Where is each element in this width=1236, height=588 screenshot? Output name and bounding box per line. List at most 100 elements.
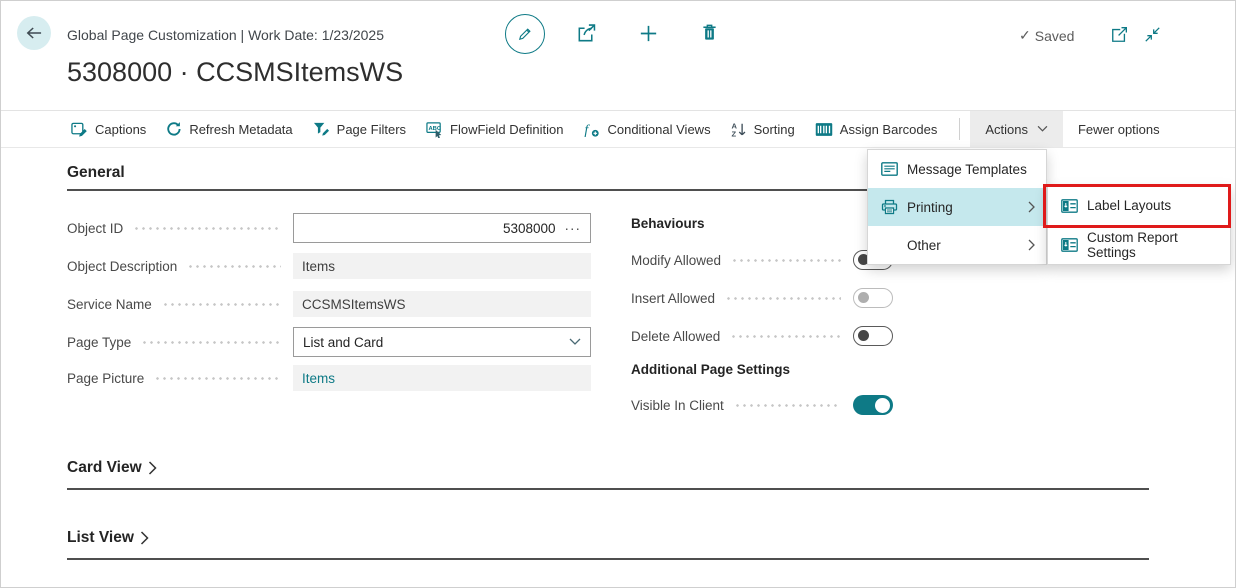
service-name-field: CCSMSItemsWS <box>293 291 591 317</box>
visible-in-client-toggle[interactable] <box>853 395 893 415</box>
page-type-select[interactable]: List and Card <box>293 327 591 357</box>
breadcrumb[interactable]: Global Page Customization | Work Date: 1… <box>67 27 384 43</box>
page-type-label: Page Type <box>67 335 131 350</box>
list-view-section-divider <box>67 558 1149 560</box>
field-row-object-description: Object Description Items <box>67 253 591 279</box>
page-picture-label: Page Picture <box>67 371 144 386</box>
svg-text:Z: Z <box>731 129 736 137</box>
edit-pencil-icon <box>516 25 534 43</box>
submenu-chevron-icon <box>1028 201 1036 213</box>
barcode-icon <box>815 122 833 137</box>
behaviours-heading: Behaviours <box>631 216 705 231</box>
collapse-icon <box>1143 25 1162 44</box>
actions-dropdown-menu: Message Templates Printing Other <box>867 149 1047 265</box>
additional-page-settings-heading: Additional Page Settings <box>631 362 790 377</box>
service-name-label: Service Name <box>67 297 152 312</box>
conditional-views-button[interactable]: f Conditional Views <box>583 111 710 147</box>
page-picture-field: Items <box>293 365 591 391</box>
toggle-row-delete-allowed: Delete Allowed <box>631 325 893 347</box>
menu-item-printing[interactable]: Printing <box>868 188 1046 226</box>
assist-edit-button[interactable]: ··· <box>565 221 582 236</box>
trash-icon <box>699 22 720 43</box>
object-id-label: Object ID <box>67 221 123 236</box>
sorting-button[interactable]: AZ Sorting <box>731 111 795 147</box>
general-section-header[interactable]: General <box>67 164 125 182</box>
page-picture-link[interactable]: Items <box>302 371 335 386</box>
field-row-service-name: Service Name CCSMSItemsWS <box>67 291 591 317</box>
conditional-views-icon: f <box>583 121 600 138</box>
check-icon: ✓ <box>1019 27 1031 44</box>
dotted-leader <box>734 403 841 408</box>
captions-icon <box>71 121 88 138</box>
collapse-button[interactable] <box>1143 25 1162 44</box>
save-status-label: Saved <box>1035 28 1075 44</box>
printer-icon <box>880 199 898 215</box>
chevron-down-icon <box>1037 125 1048 133</box>
object-id-input[interactable]: 5308000 ··· <box>293 213 591 243</box>
toggle-row-visible-in-client: Visible In Client <box>631 394 893 416</box>
plus-icon <box>637 22 660 45</box>
delete-button[interactable] <box>699 22 720 43</box>
toggle-knob <box>858 330 869 341</box>
share-button[interactable] <box>575 22 598 45</box>
actions-menu-button[interactable]: Actions <box>970 111 1063 147</box>
share-icon <box>575 22 598 45</box>
submenu-chevron-icon <box>1028 239 1036 251</box>
card-view-section-header[interactable]: Card View <box>67 459 157 477</box>
dotted-leader <box>730 334 841 339</box>
captions-button[interactable]: Captions <box>71 111 146 147</box>
sorting-icon: AZ <box>731 121 747 138</box>
svg-text:f: f <box>585 121 591 137</box>
open-in-new-window-button[interactable] <box>1109 25 1129 45</box>
assign-barcodes-button[interactable]: Assign Barcodes <box>815 111 938 147</box>
svg-text:ABC: ABC <box>428 126 441 132</box>
open-in-new-window-icon <box>1109 25 1129 45</box>
toggle-row-modify-allowed: Modify Allowed <box>631 249 893 271</box>
visible-in-client-label: Visible In Client <box>631 398 724 413</box>
dotted-leader <box>187 264 281 269</box>
field-row-page-picture: Page Picture Items <box>67 365 591 391</box>
field-row-page-type: Page Type List and Card <box>67 327 591 357</box>
refresh-icon <box>166 121 182 137</box>
edit-button[interactable] <box>505 14 545 54</box>
flowfield-definition-button[interactable]: ABC FlowField Definition <box>426 111 563 147</box>
insert-allowed-label: Insert Allowed <box>631 291 715 306</box>
save-status: ✓ Saved <box>1019 27 1074 44</box>
chevron-right-icon <box>140 531 149 545</box>
menu-item-other[interactable]: Other <box>868 226 1046 264</box>
flowfield-definition-icon: ABC <box>426 121 443 138</box>
insert-allowed-toggle <box>853 288 893 308</box>
toggle-knob <box>875 398 890 413</box>
toolbar-divider <box>959 118 960 140</box>
back-button[interactable] <box>17 16 51 50</box>
new-button[interactable] <box>637 22 660 45</box>
menu-item-label-layouts[interactable]: Label Layouts <box>1048 186 1230 225</box>
chevron-down-icon <box>569 338 581 346</box>
chevron-right-icon <box>148 461 157 475</box>
menu-item-message-templates[interactable]: Message Templates <box>868 150 1046 188</box>
message-templates-icon <box>880 162 898 176</box>
object-description-label: Object Description <box>67 259 177 274</box>
delete-allowed-label: Delete Allowed <box>631 329 720 344</box>
fewer-options-button[interactable]: Fewer options <box>1063 111 1175 147</box>
refresh-metadata-button[interactable]: Refresh Metadata <box>166 111 292 147</box>
dotted-leader <box>133 226 281 231</box>
list-view-section-header[interactable]: List View <box>67 529 149 547</box>
toggle-knob <box>858 292 869 303</box>
app-window: Global Page Customization | Work Date: 1… <box>0 0 1236 588</box>
report-settings-icon <box>1060 199 1078 213</box>
dotted-leader <box>154 376 281 381</box>
dotted-leader <box>725 296 841 301</box>
field-row-object-id: Object ID 5308000 ··· <box>67 213 591 243</box>
modify-allowed-label: Modify Allowed <box>631 253 721 268</box>
page-filters-button[interactable]: Page Filters <box>313 111 406 147</box>
menu-item-custom-report-settings[interactable]: Custom Report Settings <box>1048 225 1230 264</box>
report-settings-icon <box>1060 238 1078 252</box>
printing-submenu: Label Layouts Custom Report Settings <box>1047 185 1231 265</box>
card-view-section-divider <box>67 488 1149 490</box>
delete-allowed-toggle[interactable] <box>853 326 893 346</box>
object-description-field: Items <box>293 253 591 279</box>
page-title: 5308000 · CCSMSItemsWS <box>67 57 403 88</box>
dotted-leader <box>731 258 841 263</box>
action-toolbar: Captions Refresh Metadata Page Filters A… <box>1 110 1235 148</box>
